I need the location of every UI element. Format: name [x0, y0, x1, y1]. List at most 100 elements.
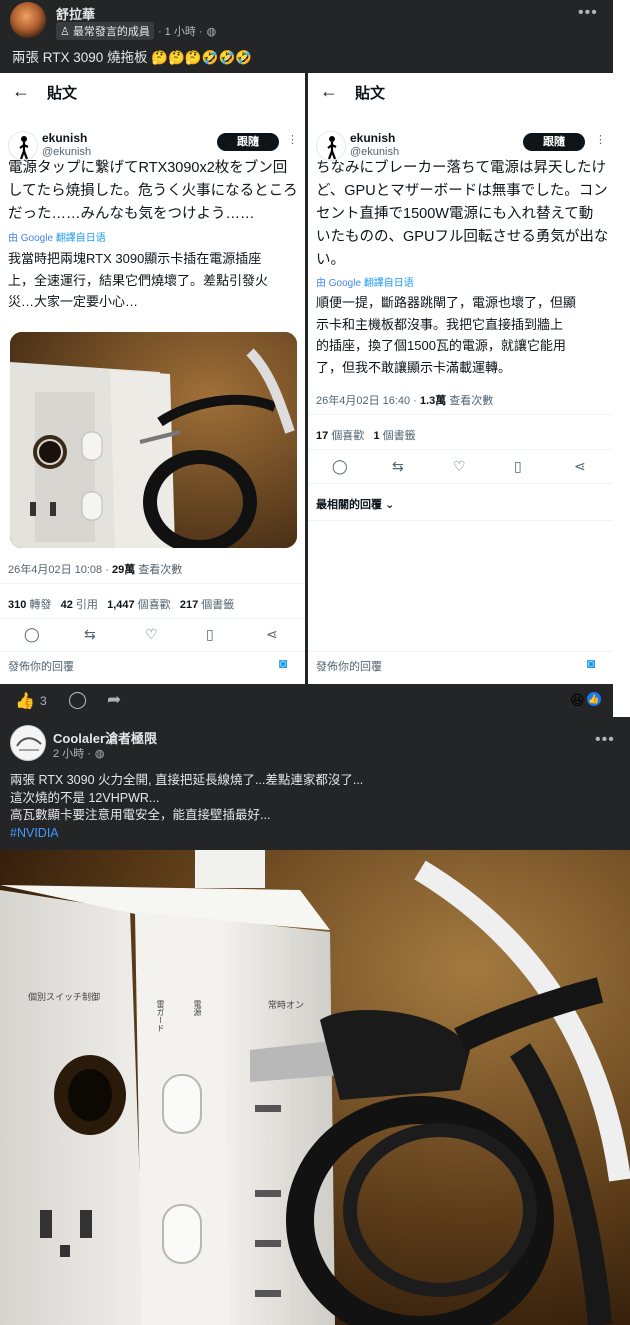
tweet-timestamp[interactable]: 26年4月02日 16:40 · 1.3萬 查看次數 [316, 392, 493, 408]
photo-label-left-switch: 個別スイッチ制御 [28, 992, 101, 1002]
translate-label: 翻譯自日语 [363, 278, 414, 289]
tweet-jp-line: い。 [316, 252, 345, 268]
tweet-views-label: 查看次數 [446, 395, 494, 407]
reaction-summary-icon[interactable]: 😆 [570, 692, 585, 709]
author-avatar[interactable] [10, 2, 46, 38]
camera-icon[interactable]: ◙ [279, 655, 287, 671]
badge-label: 最常發言的成員 [72, 26, 150, 38]
author-name[interactable]: 舒拉華 [56, 4, 95, 23]
camera-icon[interactable]: ◙ [587, 655, 595, 671]
author-avatar[interactable] [10, 725, 46, 761]
stat-bookmarks[interactable]: 217 個書籤 [180, 599, 234, 611]
tweet-author-name[interactable]: ekunish [42, 131, 87, 145]
member-badge: ♙ 最常發言的成員 [56, 22, 154, 40]
badge-icon: ♙ [60, 26, 70, 38]
back-arrow-icon[interactable]: ← [320, 81, 338, 102]
share-icon[interactable]: ➦ [107, 690, 121, 710]
post-text: 兩張 RTX 3090 燒拖板 🤔🤔🤔🤣🤣🤣 [12, 50, 253, 65]
tweet-jp-line: ちなみにブレーカー落ちて電源は昇天したけ [316, 160, 606, 176]
google-label: 由 Google [8, 233, 54, 244]
post-text: 兩張 RTX 3090 火力全開, 直接把延長線燒了...差點連家都沒了... … [10, 772, 620, 842]
photo-label-b: 電源 [193, 1000, 202, 1016]
retweet-icon[interactable]: ⇆ [84, 626, 96, 643]
reply-input[interactable]: 發佈你的回覆 [8, 658, 74, 674]
bookmark-icon[interactable]: ▯ [206, 626, 214, 643]
tweet-photo[interactable] [10, 332, 297, 548]
tweet-header: ← 貼文 [308, 73, 613, 111]
tweet-translated-text: 順便一提，斷路器跳閘了，電源也壞了，但顯 示卡和主機板都沒事。我把它直接插到牆上… [316, 292, 576, 378]
bookmark-icon[interactable]: ▯ [514, 458, 522, 475]
divider [0, 618, 305, 619]
chevron-down-icon: ⌄ [385, 499, 395, 511]
reply-input[interactable]: 發佈你的回覆 [316, 658, 382, 674]
reply-sort-dropdown[interactable]: 最相關的回覆 ⌄ [316, 496, 394, 512]
tweet-jp-line: いたものの、GPUフル回転させる勇気が出な [316, 229, 609, 245]
tweet-time: 26年4月02日 16:40 · [316, 395, 420, 407]
divider [308, 414, 613, 415]
tweet-time: 26年4月02日 10:08 · [8, 564, 112, 576]
divider [0, 651, 305, 652]
tweet-more-icon[interactable]: ⋮ [595, 133, 606, 146]
reply-icon[interactable]: ◯ [332, 458, 348, 475]
like-count: 3 [40, 694, 47, 708]
tweet-card-left: ← 貼文 ekunish @ekunish 跟隨 ⋮ 電源タップに繋げてRTX3… [0, 73, 305, 684]
back-arrow-icon[interactable]: ← [12, 81, 30, 102]
tweet-header: ← 貼文 [0, 73, 305, 111]
tweet-jp-line: だった……みんなも気をつけよう…… [8, 206, 255, 222]
translate-link[interactable]: 由 Google 翻譯自日语 [316, 274, 414, 289]
share-icon[interactable]: ⋖ [574, 458, 586, 475]
post-meta: ♙ 最常發言的成員 · 1 小時 · ◍ [56, 22, 216, 40]
tweet-actions: ◯ ⇆ ♡ ▯ ⋖ [0, 626, 305, 646]
tweet-zh-line: 的插座，換了個1500瓦的電源，就讓它能用 [316, 338, 566, 353]
tweet-more-icon[interactable]: ⋮ [287, 133, 298, 146]
sort-label: 最相關的回覆 [316, 499, 382, 511]
tweet-zh-line: 順便一提，斷路器跳閘了，電源也壞了，但顯 [316, 295, 577, 310]
like-icon[interactable]: 👍 [15, 691, 35, 711]
tweet-jp-line: ど、GPUとマザーボードは無事でした。コン [316, 183, 608, 199]
burn-hole [54, 1055, 126, 1135]
stat-likes[interactable]: 17 個喜歡 [316, 430, 364, 442]
reply-icon[interactable]: ◯ [24, 626, 40, 643]
tweet-translated-text: 我當時把兩塊RTX 3090顯示卡插在電源插座 上，全速運行，結果它們燒壞了。差… [8, 248, 268, 313]
translate-link[interactable]: 由 Google 翻譯自日语 [8, 229, 106, 244]
stat-retweets[interactable]: 310 轉發 [8, 599, 51, 611]
tweet-stats: 17 個喜歡 1 個書籤 [316, 427, 416, 443]
tweet-timestamp[interactable]: 26年4月02日 10:08 · 29萬 查看次數 [8, 561, 182, 577]
stat-bookmarks[interactable]: 1 個書籤 [373, 430, 415, 442]
tweet-actions: ◯ ⇆ ♡ ▯ ⋖ [308, 458, 613, 478]
globe-icon: ◍ [94, 747, 105, 760]
tweet-header-title: 貼文 [47, 85, 78, 102]
stat-likes[interactable]: 1,447 個喜歡 [107, 599, 171, 611]
post-line: 高瓦數顯卡要注意用電安全，能直接壁插最好... [10, 808, 271, 822]
post-time[interactable]: 2 小時 · [53, 745, 91, 761]
reaction-like-icon: 👍 [587, 692, 601, 706]
comment-icon[interactable]: ◯ [68, 690, 87, 710]
divider [308, 483, 613, 484]
tweet-zh-line: 示卡和主機板都沒事。我把它直接插到牆上 [316, 316, 564, 332]
follow-button[interactable]: 跟隨 [523, 133, 585, 151]
tweet-jp-line: セント直挿で1500W電源にも入れ替えて動 [316, 206, 594, 222]
tweet-author-name[interactable]: ekunish [350, 131, 395, 145]
photo-label-right-switch: 常時オン [268, 1000, 305, 1010]
retweet-icon[interactable]: ⇆ [392, 458, 404, 475]
photo-label-a: 雷ガード [156, 1000, 165, 1032]
post-photo[interactable]: 個別スイッチ制御 常時オン 雷ガード 電源 [0, 850, 630, 1325]
more-options-icon[interactable]: ••• [578, 4, 598, 22]
post-time[interactable]: · 1 小時 · [158, 23, 203, 39]
hashtag-link[interactable]: #NVIDIA [10, 825, 620, 843]
divider [308, 651, 613, 652]
share-icon[interactable]: ⋖ [266, 626, 278, 643]
tweet-views-label: 查看次數 [135, 564, 183, 576]
tweet-header-title: 貼文 [355, 85, 386, 102]
tweet-card-right: ← 貼文 ekunish @ekunish 跟隨 ⋮ ちなみにブレーカー落ちて電… [308, 73, 613, 684]
more-options-icon[interactable]: ••• [595, 731, 615, 749]
post-line: 這次燒的不是 12VHPWR... [10, 790, 160, 805]
like-icon[interactable]: ♡ [453, 458, 466, 475]
globe-icon: ◍ [206, 25, 217, 38]
like-icon[interactable]: ♡ [145, 626, 158, 643]
stat-quotes[interactable]: 42 引用 [61, 599, 98, 611]
tweet-original-text: 電源タップに繋げてRTX3090x2枚をブン回 してたら焼損した。危うく火事にな… [8, 157, 298, 226]
divider [0, 583, 305, 584]
follow-button[interactable]: 跟隨 [217, 133, 279, 151]
tweet-stats: 310 轉發 42 引用 1,447 個喜歡 217 個書籤 [8, 596, 234, 612]
